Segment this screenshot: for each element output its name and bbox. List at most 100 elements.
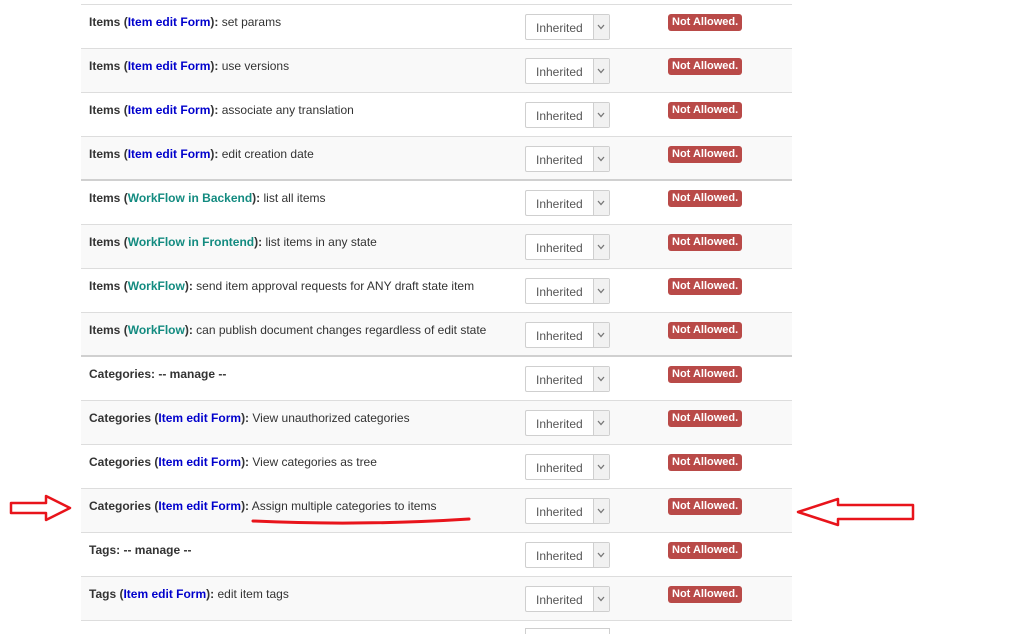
permission-label: Items (Item edit Form): edit creation da… [89,147,314,161]
permission-select[interactable]: Inherited [525,58,610,84]
status-badge: Not Allowed. [668,586,743,603]
permission-context-link[interactable]: Item edit Form [128,103,211,117]
permission-context-link[interactable]: Item edit Form [128,15,211,29]
permission-group: Categories: -- manage -- [89,367,227,381]
permission-row: Categories: -- manage -- Inherited Not All… [81,357,792,401]
status-badge: Not Allowed. [668,322,743,339]
permission-select[interactable]: Inherited [525,498,610,524]
permission-select[interactable]: Inherited [525,454,610,480]
permission-description: edit item tags [214,587,289,601]
permission-description: list all items [260,191,326,205]
permission-select[interactable]: Inherited [525,586,610,612]
paren-close: ): [206,587,215,601]
paren-close: ): [184,323,193,337]
permission-row: Items (WorkFlow): can publish document c… [81,313,792,357]
select-value: Inherited [536,153,583,167]
select-value: Inherited [536,197,583,211]
permission-group: Items [89,59,121,73]
permission-label: Items (Item edit Form): set params [89,15,281,29]
paren-close: ): [252,191,261,205]
permission-group: Categories [89,411,152,425]
select-value: Inherited [536,65,583,79]
permission-label: Items (Item edit Form): use versions [89,59,289,73]
permission-context-link[interactable]: Item edit Form [158,455,241,469]
chevron-down-icon[interactable] [593,103,609,127]
permission-row: Items (WorkFlow): send item approval req… [81,269,792,313]
chevron-down-icon[interactable] [593,587,609,611]
permission-context-link[interactable]: Item edit Form [128,147,211,161]
permission-label: Tags (Item edit Form): edit item tags [89,587,289,601]
permission-group: Items [89,147,121,161]
permission-context-link[interactable]: WorkFlow [128,323,185,337]
select-value: Inherited [536,505,583,519]
status-badge: Not Allowed. [668,278,743,295]
permission-select[interactable]: Inherited [525,102,610,128]
permission-group: Tags: -- manage -- [89,543,192,557]
paren-open: ( [120,59,128,73]
status-badge: Not Allowed. [668,454,743,471]
permission-context-link[interactable]: Item edit Form [158,499,241,513]
permission-select[interactable]: Inherited [525,322,610,348]
paren-close: ): [241,411,250,425]
chevron-down-icon[interactable] [593,15,609,39]
permission-select[interactable]: Inherited [525,234,610,260]
permission-description: Assign multiple categories to items [249,499,437,513]
permission-context-link[interactable]: Item edit Form [128,59,211,73]
permission-group: Items [89,191,121,205]
permission-group: Tags [89,587,117,601]
right-red-arrow [796,497,915,527]
chevron-down-icon[interactable] [593,411,609,435]
chevron-down-icon[interactable] [593,59,609,83]
permission-context-link[interactable]: WorkFlow in Frontend [128,235,254,249]
permission-row: Items (Item edit Form): set params Inheri… [81,5,792,49]
select-value: Inherited [536,21,583,35]
permission-context-link[interactable]: Item edit Form [123,587,206,601]
chevron-down-icon[interactable] [593,323,609,347]
permission-select[interactable]: Inherited [525,366,610,392]
status-badge: Not Allowed. [668,102,743,119]
paren-open: ( [120,103,128,117]
paren-close: ): [241,455,250,469]
status-badge: Not Allowed. [668,366,743,383]
chevron-down-icon[interactable] [593,191,609,215]
permission-description: can publish document changes regardless … [192,323,487,337]
permissions-table: Items (Item edit Form): set params Inheri… [81,4,792,621]
permission-select[interactable]: Inherited [525,14,610,40]
permission-select[interactable]: Inherited [525,542,610,568]
chevron-down-icon[interactable] [593,499,609,523]
permission-context-link[interactable]: WorkFlow [128,279,185,293]
chevron-down-icon[interactable] [593,235,609,259]
paren-close: ): [254,235,263,249]
permission-group: Items [89,279,121,293]
select-value: Inherited [536,373,583,387]
paren-open: ( [120,147,128,161]
permission-label: Categories (Item edit Form): Assign mult… [89,499,436,513]
select-value: Inherited [536,549,583,563]
chevron-down-icon[interactable] [593,543,609,567]
permission-select[interactable]: Inherited [525,410,610,436]
select-value: Inherited [536,329,583,343]
permission-description: edit creation date [218,147,314,161]
permission-context-link[interactable]: WorkFlow in Backend [128,191,252,205]
next-row-select[interactable] [525,628,610,634]
permission-select[interactable]: Inherited [525,278,610,304]
status-badge: Not Allowed. [668,542,743,559]
chevron-down-icon[interactable] [593,455,609,479]
permission-row: Tags (Item edit Form): edit item tags Inh… [81,577,792,621]
chevron-down-icon[interactable] [593,147,609,171]
paren-close: ): [241,499,250,513]
permission-description: list items in any state [262,235,377,249]
permission-row: Items (Item edit Form): edit creation da… [81,137,792,181]
permission-label: Items (WorkFlow): can publish document c… [89,323,486,337]
chevron-down-icon[interactable] [593,367,609,391]
permission-context-link[interactable]: Item edit Form [158,411,241,425]
permission-description: use versions [218,59,290,73]
permission-label: Tags: -- manage -- [89,543,191,557]
permission-select[interactable]: Inherited [525,146,610,172]
chevron-down-icon[interactable] [593,279,609,303]
permission-row: Categories (Item edit Form): Assign mult… [81,489,792,533]
permission-description: View categories as tree [249,455,377,469]
status-badge: Not Allowed. [668,58,743,75]
permission-group: Items [89,15,121,29]
permission-select[interactable]: Inherited [525,190,610,216]
